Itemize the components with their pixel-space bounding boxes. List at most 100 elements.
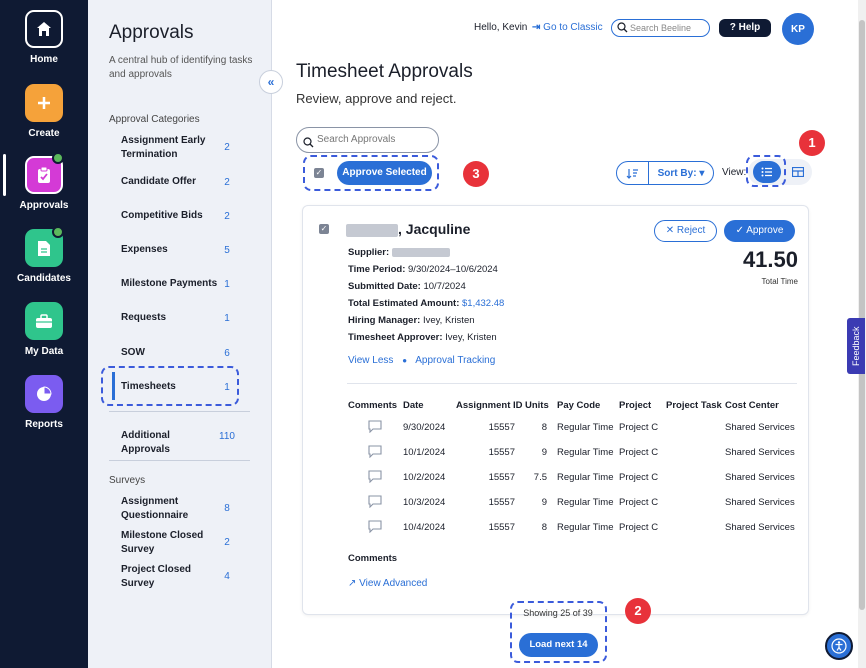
survey-count: 4	[224, 571, 230, 582]
view-less-link[interactable]: View Less	[348, 355, 393, 366]
nav-item-reports[interactable]: Reports	[0, 375, 88, 430]
highlight-timesheets	[101, 366, 239, 406]
category-count: 6	[224, 348, 230, 359]
close-icon: ✕	[665, 225, 675, 236]
survey-count: 8	[224, 503, 230, 514]
comment-bubble-icon[interactable]	[368, 419, 382, 436]
column-header: Date	[403, 399, 424, 411]
nav-item-candidates[interactable]: Candidates	[0, 229, 88, 284]
plus-icon	[25, 84, 63, 122]
question-icon: ?	[729, 22, 736, 33]
nav-item-home[interactable]: Home	[0, 10, 88, 65]
page-subtitle: Review, approve and reject.	[296, 91, 457, 106]
view-label: View:	[722, 167, 747, 178]
card-links: View Less ● Approval Tracking	[348, 355, 495, 366]
comment-bubble-icon[interactable]	[368, 444, 382, 461]
assignment-id-cell: 15557	[488, 472, 515, 483]
external-link-icon: ↗	[348, 578, 357, 589]
user-avatar[interactable]: KP	[782, 13, 814, 45]
assignment-id-cell: 15557	[488, 497, 515, 508]
project-cell: Project C	[619, 522, 659, 533]
global-search-input[interactable]: Search Beeline	[611, 19, 710, 37]
feedback-tab[interactable]: Feedback	[847, 318, 865, 374]
search-approvals-input[interactable]: Search Approvals	[296, 127, 439, 153]
redacted-surname	[346, 223, 398, 237]
briefcase-icon	[25, 302, 63, 340]
survey-milestone-closed[interactable]: Milestone Closed Survey	[121, 529, 206, 557]
column-header: Pay Code	[557, 399, 601, 411]
nav-item-my-data[interactable]: My Data	[0, 302, 88, 357]
survey-count: 2	[224, 537, 230, 548]
submitted-date-row: Submitted Date: 10/7/2024	[348, 281, 466, 292]
approval-tracking-link[interactable]: Approval Tracking	[415, 355, 495, 366]
survey-assignment-questionnaire[interactable]: Assignment Questionnaire	[121, 495, 206, 523]
comment-bubble-icon[interactable]	[368, 494, 382, 511]
worker-name: , Jacquline	[346, 221, 470, 237]
total-amount-link[interactable]: $1,432.48	[462, 298, 504, 309]
separator-dot: ●	[402, 356, 408, 365]
nav-item-create[interactable]: Create	[0, 84, 88, 139]
search-icon	[617, 22, 628, 38]
left-nav-rail: Home Create Approvals Candidates My Data…	[0, 0, 88, 668]
greeting: Hello, Kevin	[474, 22, 528, 33]
units-cell: 8	[541, 522, 547, 533]
view-advanced-link[interactable]: ↗ View Advanced	[348, 578, 427, 589]
project-cell: Project C	[619, 422, 659, 433]
approve-button[interactable]: ✓ Approve	[724, 220, 795, 242]
category-count: 2	[224, 211, 230, 222]
table-row: 10/1/2024 15557 9 Regular Time Project C…	[348, 440, 797, 465]
units-cell: 9	[541, 447, 547, 458]
page-title: Timesheet Approvals	[296, 61, 473, 82]
accessibility-button[interactable]	[825, 632, 853, 660]
cost-center-cell: Shared Services	[725, 472, 795, 483]
survey-project-closed[interactable]: Project Closed Survey	[121, 563, 206, 591]
sort-order-button[interactable]	[617, 162, 649, 184]
table-row: 10/2/2024 15557 7.5 Regular Time Project…	[348, 465, 797, 490]
accessibility-icon	[831, 638, 847, 654]
scrollbar-thumb[interactable]	[859, 20, 865, 610]
category-count: 5	[224, 245, 230, 256]
column-header: Assignment ID	[456, 399, 523, 411]
pay-code-cell: Regular Time	[557, 497, 614, 508]
project-task-cell	[666, 440, 725, 465]
table-row: 9/30/2024 15557 8 Regular Time Project C…	[348, 415, 797, 440]
caret-down-icon: ▾	[699, 167, 705, 179]
categories-heading: Approval Categories	[109, 114, 200, 125]
comment-bubble-icon[interactable]	[368, 519, 382, 536]
column-header: Comments	[348, 399, 398, 411]
panel-description: A central hub of identifying tasks and a…	[109, 55, 253, 80]
table-view-button[interactable]	[787, 161, 809, 183]
notification-dot	[52, 226, 64, 238]
column-header: Units	[525, 399, 549, 411]
nav-item-approvals[interactable]: Approvals	[0, 156, 88, 211]
sort-by-dropdown[interactable]: Sort By: ▾	[649, 168, 713, 179]
table-row: 10/3/2024 15557 9 Regular Time Project C…	[348, 490, 797, 515]
collapse-panel-button[interactable]: «	[259, 70, 283, 94]
date-cell: 9/30/2024	[403, 422, 446, 433]
category-additional-approvals[interactable]: Additional Approvals	[121, 429, 221, 457]
units-cell: 9	[541, 497, 547, 508]
go-to-classic-link[interactable]: ⇥ Go to Classic	[532, 22, 603, 33]
units-cell: 8	[541, 422, 547, 433]
highlight-approve-selected	[303, 155, 439, 191]
panel-title: Approvals	[109, 22, 194, 43]
pay-code-cell: Regular Time	[557, 447, 614, 458]
project-task-cell	[666, 415, 725, 440]
pie-chart-icon	[25, 375, 63, 413]
notification-dot	[52, 152, 64, 164]
project-cell: Project C	[619, 472, 659, 483]
column-header: Cost Center	[725, 399, 779, 411]
hiring-manager-row: Hiring Manager: Ivey, Kristen	[348, 315, 475, 326]
assignment-id-cell: 15557	[488, 522, 515, 533]
comments-label: Comments	[348, 553, 398, 564]
reject-button[interactable]: ✕ Reject	[654, 220, 717, 242]
help-button[interactable]: ? Help	[719, 19, 771, 37]
comment-bubble-icon[interactable]	[368, 469, 382, 486]
project-cell: Project C	[619, 447, 659, 458]
timesheet-checkbox[interactable]: ✓	[319, 224, 329, 234]
callout-2: 2	[625, 598, 651, 624]
time-period-row: Time Period: 9/30/2024–10/6/2024	[348, 264, 498, 275]
total-time-label: Total Time	[761, 277, 798, 286]
surveys-heading: Surveys	[109, 475, 146, 486]
callout-3: 3	[463, 161, 489, 187]
